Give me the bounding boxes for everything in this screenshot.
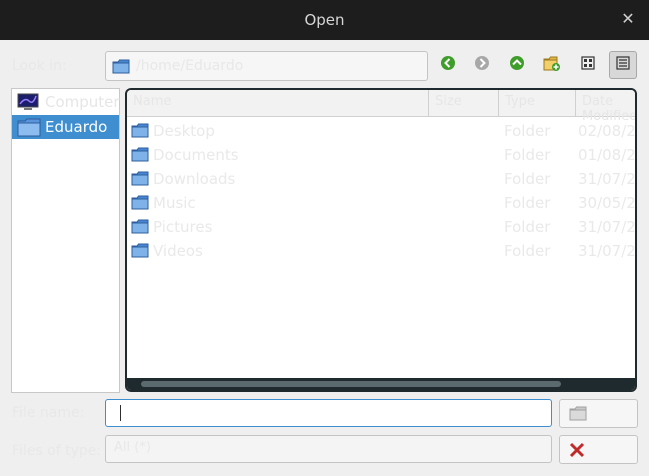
- up-button[interactable]: [503, 51, 531, 79]
- cancel-x-icon: [569, 442, 585, 462]
- file-row[interactable]: Music Folder 30/05/2: [127, 191, 635, 215]
- file-type: Folder: [504, 218, 551, 236]
- back-button[interactable]: [434, 51, 462, 79]
- file-name: Videos: [153, 242, 203, 260]
- file-name-input[interactable]: [105, 399, 552, 427]
- file-date: 31/07/2: [578, 242, 636, 260]
- folder-icon: [112, 59, 130, 78]
- title-bar: Open ✕: [0, 0, 649, 40]
- sidebar-item-eduardo[interactable]: Eduardo: [12, 115, 119, 139]
- file-list[interactable]: Name Size Type Date Modified Desktop Fold…: [125, 88, 637, 392]
- cancel-button[interactable]: [559, 435, 638, 464]
- horizontal-scrollbar[interactable]: [127, 378, 635, 390]
- file-type: Folder: [504, 194, 551, 212]
- file-list-header: Name Size Type Date Modified: [127, 90, 635, 124]
- splitter-handle[interactable]: ⋮: [121, 232, 130, 244]
- look-in-label: Look in:: [12, 58, 67, 74]
- places-sidebar: Computer Eduardo: [11, 88, 120, 393]
- folder-icon: [131, 243, 149, 262]
- folder-icon: [569, 406, 587, 425]
- column-header-name[interactable]: Name: [127, 90, 429, 116]
- file-name: Pictures: [153, 218, 213, 236]
- file-row[interactable]: Desktop Folder 02/08/2: [127, 119, 635, 143]
- sidebar-item-label: Eduardo: [45, 118, 108, 136]
- folder-icon: [131, 171, 149, 190]
- file-name: Desktop: [153, 122, 215, 140]
- file-name: Documents: [153, 146, 239, 164]
- sidebar-item-computer[interactable]: Computer: [12, 90, 120, 115]
- close-icon[interactable]: ✕: [619, 10, 637, 28]
- file-date: 31/07/2: [578, 170, 636, 188]
- sidebar-item-label: Computer: [45, 93, 120, 111]
- forward-button[interactable]: [468, 51, 496, 79]
- forward-arrow-icon: [474, 55, 490, 75]
- folder-icon: [131, 219, 149, 238]
- look-in-combo[interactable]: /home/Eduardo: [105, 51, 428, 81]
- window-title: Open: [304, 11, 345, 29]
- look-in-value: /home/Eduardo: [136, 58, 244, 74]
- column-header-size[interactable]: Size: [429, 90, 499, 116]
- open-button[interactable]: [559, 399, 638, 428]
- computer-icon: [17, 93, 39, 115]
- folder-icon: [17, 118, 41, 141]
- detail-view-button[interactable]: [609, 51, 637, 79]
- file-row[interactable]: Downloads Folder 31/07/2: [127, 167, 635, 191]
- file-type: Folder: [504, 170, 551, 188]
- file-row[interactable]: Documents Folder 01/08/2: [127, 143, 635, 167]
- folder-icon: [131, 147, 149, 166]
- file-name: Downloads: [153, 170, 236, 188]
- column-header-date[interactable]: Date Modified: [576, 90, 635, 124]
- file-name: Music: [153, 194, 196, 212]
- new-folder-icon: [543, 55, 561, 76]
- file-row[interactable]: Videos Folder 31/07/2: [127, 239, 635, 263]
- folder-icon: [131, 123, 149, 142]
- file-type: Folder: [504, 146, 551, 164]
- text-caret: [120, 405, 121, 421]
- file-date: 02/08/2: [578, 122, 636, 140]
- icon-view-button[interactable]: [574, 51, 602, 79]
- file-type: Folder: [504, 122, 551, 140]
- scrollbar-thumb[interactable]: [141, 381, 561, 387]
- file-date: 30/05/2: [578, 194, 636, 212]
- file-type-combo[interactable]: All (*): [105, 435, 552, 463]
- column-header-type[interactable]: Type: [499, 90, 576, 116]
- file-name-label: File name:: [12, 405, 85, 421]
- file-date: 01/08/2: [578, 146, 636, 164]
- back-arrow-icon: [440, 55, 456, 75]
- detail-view-icon: [616, 56, 630, 74]
- new-folder-button[interactable]: [538, 51, 566, 79]
- folder-icon: [131, 195, 149, 214]
- file-date: 31/07/2: [578, 218, 636, 236]
- file-row[interactable]: Pictures Folder 31/07/2: [127, 215, 635, 239]
- file-type-value: All (*): [114, 440, 151, 455]
- up-arrow-icon: [509, 55, 525, 75]
- file-type: Folder: [504, 242, 551, 260]
- files-of-type-label: Files of type:: [12, 443, 102, 459]
- grid-view-icon: [581, 56, 595, 74]
